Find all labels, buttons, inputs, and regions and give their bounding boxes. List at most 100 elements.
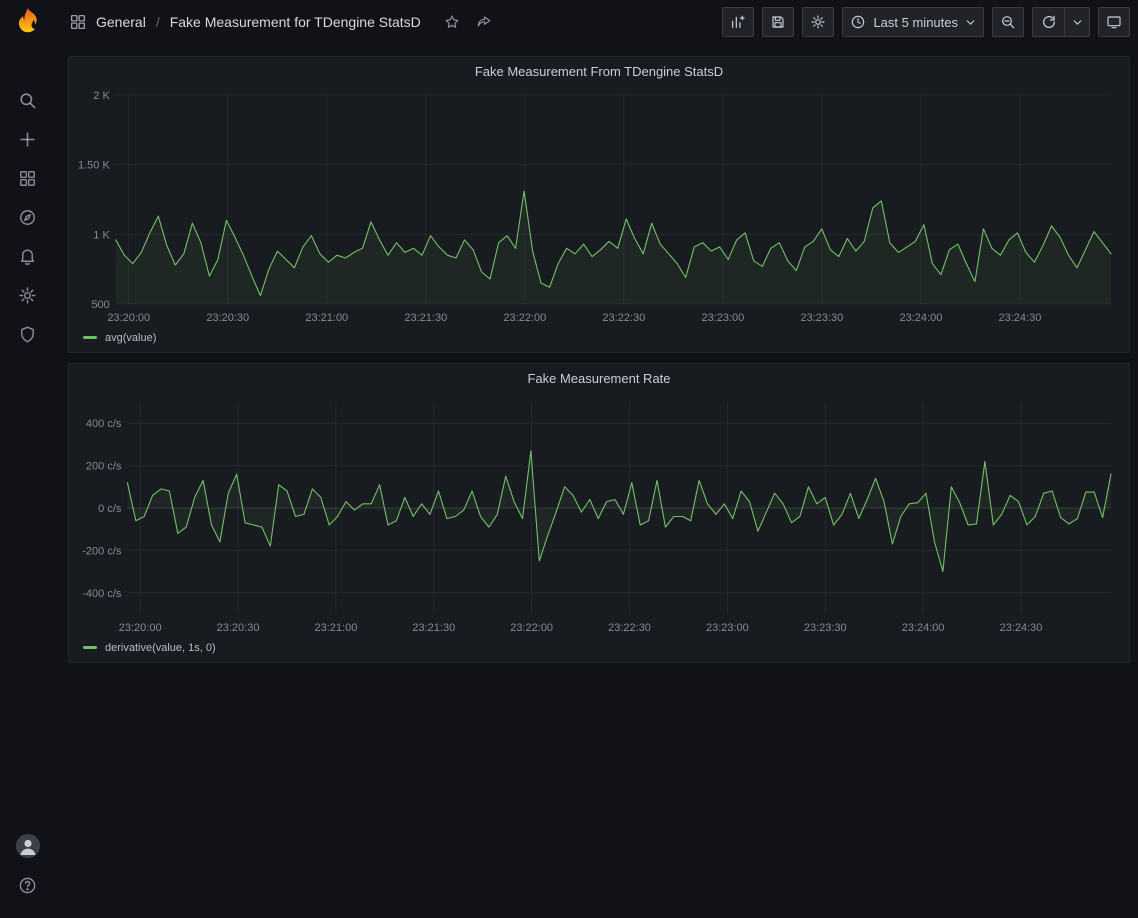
plus-icon [18, 130, 37, 149]
x-axis-tick-label: 23:23:30 [800, 312, 843, 324]
panel-title: Fake Measurement From TDengine StatsD [475, 64, 723, 79]
admin-shield-icon [18, 325, 37, 344]
x-axis-tick-label: 23:24:30 [999, 312, 1042, 324]
legend-series-label[interactable]: derivative(value, 1s, 0) [105, 642, 216, 654]
y-axis-tick-label: -400 c/s [82, 588, 122, 600]
chevron-down-icon [1072, 17, 1083, 28]
legend-series-label[interactable]: avg(value) [105, 332, 156, 344]
sidebar-bottom [13, 834, 43, 898]
refresh-interval-dropdown[interactable] [1064, 7, 1090, 37]
chevron-down-icon [965, 17, 976, 28]
dashboards-grid-icon [18, 169, 37, 188]
y-axis-tick-label: 1 K [93, 229, 110, 241]
series-line [127, 451, 1111, 572]
panel-plot-area: -400 c/s-200 c/s0 c/s200 c/s400 c/s23:20… [69, 392, 1129, 638]
title-actions [440, 10, 496, 34]
star-icon [444, 14, 460, 30]
sidebar-item-server-admin[interactable] [13, 322, 43, 347]
topbar: General / Fake Measurement for TDengine … [55, 0, 1138, 44]
refresh-button-group [1032, 7, 1090, 37]
sidebar-item-alerting[interactable] [13, 244, 43, 269]
x-axis-tick-label: 23:21:30 [404, 312, 447, 324]
star-dashboard-button[interactable] [440, 10, 464, 34]
x-axis-tick-label: 23:22:30 [602, 312, 645, 324]
panel-header[interactable]: Fake Measurement Rate [69, 364, 1129, 392]
sidebar-item-configuration[interactable] [13, 283, 43, 308]
breadcrumb-separator: / [155, 14, 161, 30]
add-panel-button[interactable] [722, 7, 754, 37]
avatar-person-icon [16, 834, 40, 858]
x-axis-tick-label: 23:23:00 [701, 312, 744, 324]
x-axis-tick-label: 23:20:00 [107, 312, 150, 324]
grafana-flame-icon [12, 6, 44, 38]
clock-icon [850, 14, 866, 30]
panel-fake-measurement: Fake Measurement From TDengine StatsD 50… [68, 56, 1130, 353]
tv-kiosk-icon [1106, 14, 1122, 30]
sidebar-nav [13, 88, 43, 347]
y-axis-tick-label: 1.50 K [78, 160, 110, 172]
timeseries-chart-avg-value[interactable]: 5001 K1.50 K2 K23:20:0023:20:3023:21:002… [75, 85, 1123, 328]
help-question-icon [18, 876, 37, 895]
sidebar-item-dashboards[interactable] [13, 166, 43, 191]
y-axis-tick-label: 400 c/s [86, 418, 122, 430]
breadcrumb: General / Fake Measurement for TDengine … [69, 10, 496, 34]
x-axis-tick-label: 23:23:30 [804, 622, 847, 634]
x-axis-tick-label: 23:20:30 [217, 622, 260, 634]
sidebar [0, 0, 55, 918]
search-icon [18, 91, 37, 110]
time-range-label: Last 5 minutes [873, 15, 958, 30]
x-axis-tick-label: 23:20:30 [206, 312, 249, 324]
panel-plot-area: 5001 K1.50 K2 K23:20:0023:20:3023:21:002… [69, 85, 1129, 328]
sidebar-item-create[interactable] [13, 127, 43, 152]
user-avatar[interactable] [16, 834, 40, 858]
settings-gear-icon [810, 14, 826, 30]
kiosk-mode-button[interactable] [1098, 7, 1130, 37]
zoom-out-time-button[interactable] [992, 7, 1024, 37]
y-axis-tick-label: 0 c/s [98, 503, 122, 515]
x-axis-tick-label: 23:21:00 [305, 312, 348, 324]
x-axis-tick-label: 23:20:00 [119, 622, 162, 634]
explore-compass-icon [18, 208, 37, 227]
refresh-dashboard-button[interactable] [1032, 7, 1064, 37]
series-area-fill [116, 191, 1111, 304]
dashboard-title: Fake Measurement for TDengine StatsD [170, 14, 421, 30]
breadcrumb-folder[interactable]: General [96, 14, 146, 30]
x-axis-tick-label: 23:24:00 [902, 622, 945, 634]
main-area: General / Fake Measurement for TDengine … [55, 0, 1138, 918]
grafana-logo[interactable] [12, 6, 44, 38]
share-dashboard-button[interactable] [472, 10, 496, 34]
y-axis-tick-label: -200 c/s [82, 545, 122, 557]
x-axis-tick-label: 23:22:00 [503, 312, 546, 324]
panel-legend: derivative(value, 1s, 0) [69, 638, 1129, 662]
series-color-swatch [83, 336, 97, 339]
save-dashboard-button[interactable] [762, 7, 794, 37]
x-axis-tick-label: 23:21:00 [315, 622, 358, 634]
x-axis-tick-label: 23:22:00 [510, 622, 553, 634]
time-range-picker[interactable]: Last 5 minutes [842, 7, 984, 37]
panel-legend: avg(value) [69, 328, 1129, 352]
series-color-swatch [83, 646, 97, 649]
save-icon [770, 14, 786, 30]
timeseries-chart-derivative[interactable]: -400 c/s-200 c/s0 c/s200 c/s400 c/s23:20… [75, 392, 1123, 638]
add-panel-icon [730, 14, 746, 30]
y-axis-tick-label: 2 K [93, 90, 110, 102]
dashboard-content: Fake Measurement From TDengine StatsD 50… [55, 44, 1138, 918]
x-axis-tick-label: 23:24:00 [900, 312, 943, 324]
topbar-actions: Last 5 minutes [722, 7, 1130, 37]
share-icon [476, 14, 492, 30]
grafana-app: General / Fake Measurement for TDengine … [0, 0, 1138, 918]
apps-grid-icon [69, 13, 87, 31]
sidebar-item-explore[interactable] [13, 205, 43, 230]
panel-header[interactable]: Fake Measurement From TDengine StatsD [69, 57, 1129, 85]
refresh-icon [1041, 14, 1057, 30]
zoom-out-icon [1000, 14, 1016, 30]
sidebar-item-help[interactable] [13, 873, 43, 898]
x-axis-tick-label: 23:22:30 [608, 622, 651, 634]
x-axis-tick-label: 23:24:30 [1000, 622, 1043, 634]
x-axis-tick-label: 23:21:30 [412, 622, 455, 634]
configuration-gear-icon [18, 286, 37, 305]
sidebar-item-search[interactable] [13, 88, 43, 113]
dashboard-settings-button[interactable] [802, 7, 834, 37]
alerting-bell-icon [18, 247, 37, 266]
panel-title: Fake Measurement Rate [527, 371, 670, 386]
